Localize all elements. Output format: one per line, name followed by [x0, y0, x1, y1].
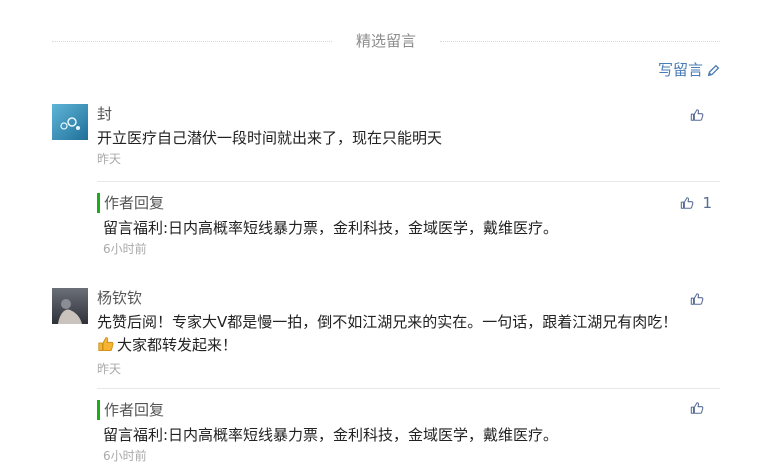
author-reply: 作者回复 留言福利:日内高概率短线暴力票，金利科技，金域医学，戴维医疗。 6小时…: [97, 181, 720, 257]
comment-text: 先赞后阅！专家大V都是慢一拍，倒不如江湖兄来的实在。一句话，跟着江湖兄有肉吃！ …: [97, 311, 717, 360]
comment-text: 开立医疗自己潜伏一段时间就出来了，现在只能明天: [97, 129, 443, 147]
reply-label: 作者回复: [97, 193, 720, 213]
comment-text-line: 大家都转发起来！: [117, 336, 238, 354]
like-button[interactable]: [690, 292, 712, 306]
reply-like-button[interactable]: 1: [680, 194, 712, 212]
like-count: 1: [702, 194, 712, 212]
comment-time: 昨天: [97, 362, 122, 376]
thumbs-up-icon: [681, 197, 694, 209]
thumbs-up-icon: [690, 402, 704, 414]
reply-time: 6小时前: [103, 242, 147, 256]
reply-like-button[interactable]: [690, 401, 712, 415]
reply-text: 留言福利:日内高概率短线暴力票，金利科技，金域医学，戴维医疗。: [103, 219, 559, 237]
avatar[interactable]: [52, 104, 88, 140]
avatar[interactable]: [52, 288, 88, 324]
pencil-icon: [707, 64, 720, 76]
reply-time: 6小时前: [103, 449, 147, 463]
thumbs-up-icon: [690, 109, 704, 121]
reply-text: 留言福利:日内高概率短线暴力票，金利科技，金域医学，戴维医疗。: [103, 426, 559, 444]
author-reply: 作者回复 留言福利:日内高概率短线暴力票，金利科技，金域医学，戴维医疗。 6小时…: [97, 388, 720, 464]
comment-text-line: 先赞后阅！专家大V都是慢一拍，倒不如江湖兄来的实在。一句话，跟着江湖兄有肉吃！: [97, 313, 678, 331]
divider-right: [440, 41, 720, 42]
section-header: 精选留言: [52, 30, 720, 52]
write-comment-label: 写留言: [657, 61, 703, 79]
reply-label: 作者回复: [97, 400, 720, 420]
write-comment-button[interactable]: 写留言: [658, 60, 720, 80]
comment-text-line-2: 大家都转发起来！: [97, 334, 717, 360]
comment-time: 昨天: [97, 152, 122, 166]
thumbs-up-icon: [690, 293, 704, 305]
like-button[interactable]: [690, 108, 712, 122]
comment-nickname: 杨钦钦: [97, 289, 143, 307]
comment-nickname: 封: [97, 105, 113, 123]
thumbs-up-emoji: [97, 335, 115, 360]
